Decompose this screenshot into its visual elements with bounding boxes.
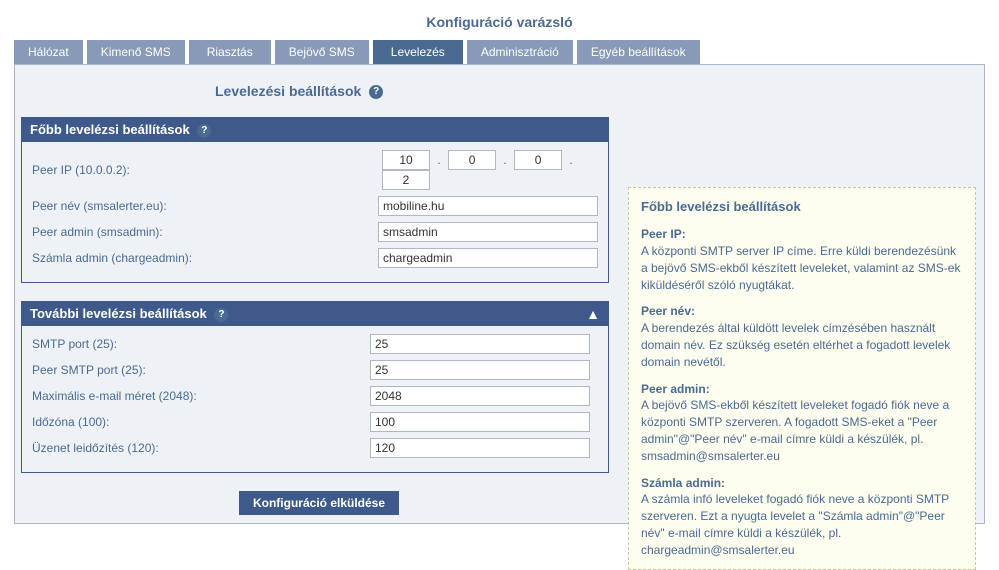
section-main-mail-title: Főbb levelézsi beállítások xyxy=(30,122,190,137)
help-desc-peer-admin: A bejövő SMS-ekből készített leveleket f… xyxy=(641,397,963,464)
ip-dot: . xyxy=(565,153,576,167)
peer-smtp-port-input[interactable] xyxy=(370,360,590,380)
peer-ip-oct1[interactable] xyxy=(382,150,430,170)
tab-outgoing-sms[interactable]: Kimenő SMS xyxy=(87,40,185,64)
peer-admin-input[interactable] xyxy=(378,222,598,242)
submit-button[interactable]: Konfiguráció elküldése xyxy=(239,491,399,515)
peer-admin-label: Peer admin (smsadmin): xyxy=(32,225,378,239)
help-term-peer-ip: Peer IP: xyxy=(641,226,963,243)
page-title-label: Levelezési beállítások xyxy=(215,83,361,99)
tab-mail[interactable]: Levelezés xyxy=(373,40,463,64)
help-term-charge-admin: Számla admin: xyxy=(641,475,963,492)
section-additional-mail-header: További levelézsi beállítások ? ▲ xyxy=(22,302,608,326)
section-additional-mail: További levelézsi beállítások ? ▲ SMTP p… xyxy=(21,301,609,473)
wizard-title: Konfiguráció varázsló xyxy=(0,0,999,40)
help-icon[interactable]: ? xyxy=(197,124,211,138)
msg-timing-input[interactable] xyxy=(370,438,590,458)
max-email-label: Maximális e-mail méret (2048): xyxy=(32,389,370,403)
msg-timing-label: Üzenet leidőzítés (120): xyxy=(32,441,370,455)
tab-admin[interactable]: Adminisztráció xyxy=(467,40,573,64)
ip-dot: . xyxy=(433,153,444,167)
help-desc-peer-ip: A központi SMTP server IP címe. Erre kül… xyxy=(641,243,963,293)
help-icon[interactable]: ? xyxy=(214,308,228,322)
tz-input[interactable] xyxy=(370,412,590,432)
help-desc-peer-name: A berendezés által küldött levelek címzé… xyxy=(641,320,963,370)
chevron-up-icon[interactable]: ▲ xyxy=(586,306,600,322)
peer-ip-oct3[interactable] xyxy=(514,150,562,170)
help-term-peer-admin: Peer admin: xyxy=(641,381,963,398)
tab-other[interactable]: Egyéb beállítások xyxy=(577,40,700,64)
section-additional-mail-title: További levelézsi beállítások xyxy=(30,306,207,321)
peer-ip-label: Peer IP (10.0.0.2): xyxy=(32,163,382,177)
help-icon[interactable]: ? xyxy=(369,85,383,99)
page-title: Levelezési beállítások ? xyxy=(15,83,984,99)
peer-smtp-port-label: Peer SMTP port (25): xyxy=(32,363,370,377)
tz-label: Időzóna (100): xyxy=(32,415,370,429)
help-term-peer-name: Peer név: xyxy=(641,303,963,320)
content-frame: Levelezési beállítások ? Főbb levelézsi … xyxy=(14,64,985,524)
peer-ip-oct4[interactable] xyxy=(382,170,430,190)
peer-name-input[interactable] xyxy=(378,196,598,216)
smtp-port-input[interactable] xyxy=(370,334,590,354)
peer-ip-oct2[interactable] xyxy=(448,150,496,170)
peer-name-label: Peer név (smsalerter.eu): xyxy=(32,199,378,213)
section-main-mail-header: Főbb levelézsi beállítások ? xyxy=(22,118,608,142)
section-main-mail: Főbb levelézsi beállítások ? Peer IP (10… xyxy=(21,117,609,283)
help-panel: Főbb levelézsi beállítások Peer IP: A kö… xyxy=(628,187,976,570)
tab-network[interactable]: Hálózat xyxy=(14,40,83,64)
help-desc-charge-admin: A számla infó leveleket fogadó fiók neve… xyxy=(641,491,963,558)
tab-bar: Hálózat Kimenő SMS Riasztás Bejövő SMS L… xyxy=(0,40,999,64)
smtp-port-label: SMTP port (25): xyxy=(32,337,370,351)
tab-incoming-sms[interactable]: Bejövő SMS xyxy=(275,40,369,64)
max-email-input[interactable] xyxy=(370,386,590,406)
charge-admin-input[interactable] xyxy=(378,248,598,268)
help-title: Főbb levelézsi beállítások xyxy=(641,198,963,216)
ip-dot: . xyxy=(499,153,510,167)
tab-alert[interactable]: Riasztás xyxy=(189,40,271,64)
charge-admin-label: Számla admin (chargeadmin): xyxy=(32,251,378,265)
